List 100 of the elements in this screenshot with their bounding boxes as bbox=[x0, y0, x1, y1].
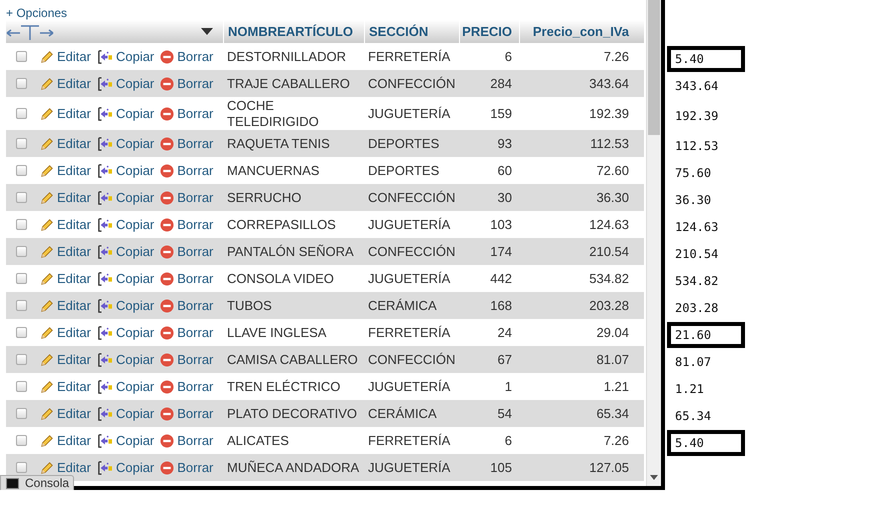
console-tab[interactable]: Consola bbox=[0, 475, 74, 490]
column-header[interactable]: PRECIO bbox=[462, 24, 512, 39]
edit-link[interactable]: Editar bbox=[40, 50, 91, 64]
delete-icon bbox=[160, 164, 174, 178]
row-checkbox[interactable] bbox=[16, 51, 26, 62]
table-cell-text: JUGUETERÍA bbox=[367, 460, 452, 476]
copy-link[interactable]: Copiar bbox=[96, 190, 154, 204]
row-checkbox[interactable] bbox=[16, 381, 26, 392]
table-cell-text: 1 bbox=[504, 378, 513, 394]
copy-link[interactable]: Copiar bbox=[96, 164, 154, 178]
copy-link[interactable]: Copiar bbox=[96, 218, 154, 232]
copy-icon bbox=[96, 406, 113, 420]
copy-icon bbox=[96, 352, 113, 366]
edit-link[interactable]: Editar bbox=[40, 244, 91, 258]
copy-link[interactable]: Copiar bbox=[96, 380, 154, 394]
delete-link[interactable]: Borrar bbox=[160, 272, 214, 286]
edit-link[interactable]: Editar bbox=[40, 406, 91, 420]
delete-link[interactable]: Borrar bbox=[160, 190, 214, 204]
table-cell-text: 81.07 bbox=[595, 352, 630, 368]
copy-link[interactable]: Copiar bbox=[96, 298, 154, 312]
copy-link[interactable]: Copiar bbox=[96, 434, 154, 448]
pencil-icon bbox=[40, 434, 54, 448]
row-checkbox[interactable] bbox=[16, 108, 26, 119]
copy-link[interactable]: Copiar bbox=[96, 106, 154, 120]
copy-link[interactable]: Copiar bbox=[96, 50, 154, 64]
copy-icon bbox=[96, 326, 113, 340]
delete-link[interactable]: Borrar bbox=[160, 218, 214, 232]
edit-link[interactable]: Editar bbox=[40, 434, 91, 448]
copy-link[interactable]: Copiar bbox=[96, 136, 154, 150]
copy-link[interactable]: Copiar bbox=[96, 460, 154, 474]
copy-link[interactable]: Copiar bbox=[96, 326, 154, 340]
delete-link[interactable]: Borrar bbox=[160, 76, 214, 90]
delete-link[interactable]: Borrar bbox=[160, 352, 214, 366]
scrollbar[interactable] bbox=[646, 0, 661, 486]
edit-link[interactable]: Editar bbox=[40, 272, 91, 286]
edit-link[interactable]: Editar bbox=[40, 460, 91, 474]
edit-link[interactable]: Editar bbox=[40, 76, 91, 90]
copy-link[interactable]: Copiar bbox=[96, 406, 154, 420]
table-cell-text: 343.64 bbox=[588, 76, 630, 92]
table-cell-text: 124.63 bbox=[588, 216, 630, 232]
row-checkbox[interactable] bbox=[16, 219, 26, 230]
delete-link[interactable]: Borrar bbox=[160, 460, 214, 474]
edit-link[interactable]: Editar bbox=[40, 164, 91, 178]
table-cell-text: 36.30 bbox=[595, 190, 630, 206]
delete-link[interactable]: Borrar bbox=[160, 50, 214, 64]
copy-link[interactable]: Copiar bbox=[96, 272, 154, 286]
row-checkbox[interactable] bbox=[16, 78, 26, 89]
row-checkbox[interactable] bbox=[16, 246, 26, 257]
copy-link[interactable]: Copiar bbox=[96, 76, 154, 90]
table-cell-text: TRAJE CABALLERO bbox=[226, 76, 351, 92]
row-checkbox[interactable] bbox=[16, 408, 26, 419]
options-link[interactable]: + Opciones bbox=[6, 6, 68, 20]
delete-link[interactable]: Borrar bbox=[160, 434, 214, 448]
column-resize-icon[interactable] bbox=[6, 22, 54, 40]
edit-link[interactable]: Editar bbox=[40, 380, 91, 394]
column-header[interactable]: NOMBREARTÍCULO bbox=[228, 24, 353, 39]
delete-link[interactable]: Borrar bbox=[160, 406, 214, 420]
copy-link[interactable]: Copiar bbox=[96, 244, 154, 258]
row-checkbox[interactable] bbox=[16, 138, 26, 149]
table-cell-text: 7.26 bbox=[602, 48, 630, 64]
scroll-down-icon[interactable] bbox=[650, 475, 658, 480]
row-checkbox[interactable] bbox=[16, 327, 26, 338]
row-checkbox[interactable] bbox=[16, 165, 26, 176]
delete-icon bbox=[160, 326, 174, 340]
edit-link[interactable]: Editar bbox=[40, 298, 91, 312]
delete-link[interactable]: Borrar bbox=[160, 136, 214, 150]
edit-link[interactable]: Editar bbox=[40, 106, 91, 120]
delete-link[interactable]: Borrar bbox=[160, 326, 214, 340]
table-cell-text: MUÑECA ANDADORA bbox=[226, 460, 360, 476]
delete-link[interactable]: Borrar bbox=[160, 298, 214, 312]
edit-link[interactable]: Editar bbox=[40, 326, 91, 340]
row-checkbox[interactable] bbox=[16, 462, 26, 473]
row-checkbox[interactable] bbox=[16, 273, 26, 284]
table-cell-text: CORREPASILLOS bbox=[226, 216, 337, 232]
delete-link[interactable]: Borrar bbox=[160, 164, 214, 178]
delete-link[interactable]: Borrar bbox=[160, 106, 214, 120]
row-checkbox[interactable] bbox=[16, 192, 26, 203]
column-header[interactable]: Precio_con_IVa bbox=[532, 24, 629, 39]
pencil-icon bbox=[40, 164, 54, 178]
delete-icon bbox=[160, 106, 174, 120]
delete-link[interactable]: Borrar bbox=[160, 244, 214, 258]
copy-link[interactable]: Copiar bbox=[96, 352, 154, 366]
delete-link[interactable]: Borrar bbox=[160, 380, 214, 394]
scrollbar-thumb[interactable] bbox=[648, 0, 660, 135]
pencil-icon bbox=[40, 190, 54, 204]
copy-icon bbox=[96, 136, 113, 150]
edit-link[interactable]: Editar bbox=[40, 352, 91, 366]
pencil-icon bbox=[40, 76, 54, 90]
row-checkbox[interactable] bbox=[16, 300, 26, 311]
table-cell-text: 7.26 bbox=[602, 432, 630, 448]
row-checkbox[interactable] bbox=[16, 435, 26, 446]
edit-link[interactable]: Editar bbox=[40, 218, 91, 232]
edit-link[interactable]: Editar bbox=[40, 190, 91, 204]
delete-icon bbox=[160, 434, 174, 448]
dropdown-arrow-icon[interactable] bbox=[201, 28, 213, 35]
column-header[interactable]: SECCIÓN bbox=[369, 24, 428, 39]
row-checkbox[interactable] bbox=[16, 354, 26, 365]
edit-link[interactable]: Editar bbox=[40, 136, 91, 150]
value-text: 21.60 bbox=[667, 322, 745, 348]
table-cell-text: CONFECCIÓN bbox=[367, 244, 456, 260]
